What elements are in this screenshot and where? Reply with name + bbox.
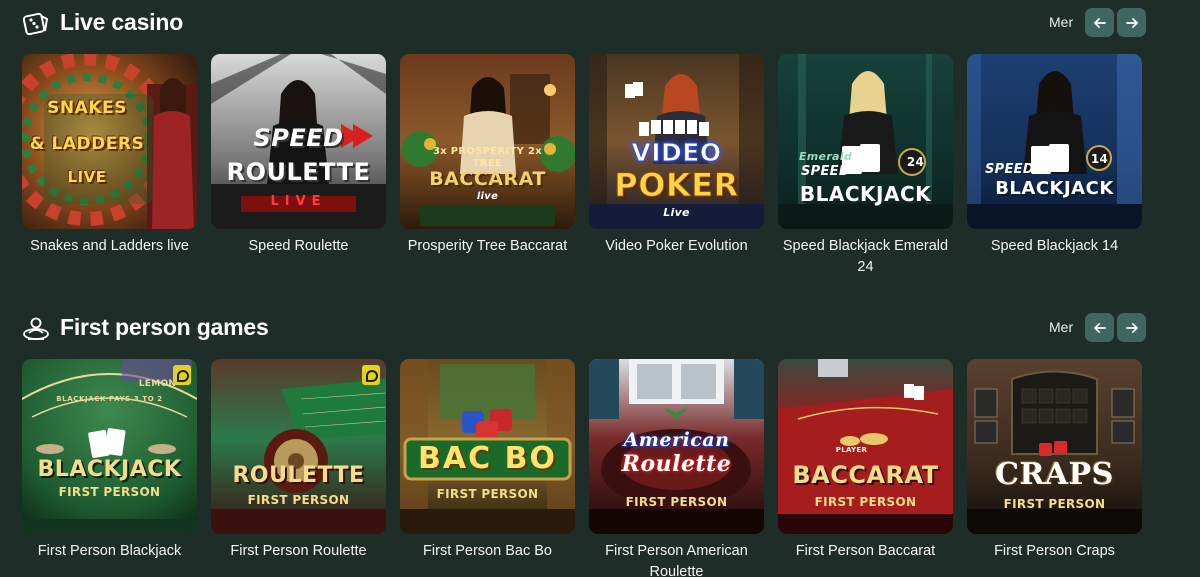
game-card-speed-blackjack-14[interactable]: SPEED BLACKJACK 14 Speed Blackjack 14 [967,54,1142,257]
next-button[interactable] [1117,313,1146,342]
game-card-speed-roulette[interactable]: SPEED ROULETTE LIVE Speed Roulette [211,54,386,257]
section-title: First person games [60,314,269,340]
game-title[interactable]: Snakes and Ladders live [22,236,197,257]
game-title[interactable]: First Person Craps [967,541,1142,562]
game-title[interactable]: First Person Baccarat [778,541,953,562]
dice-icon [22,12,48,36]
badge-icon [362,365,380,385]
game-title[interactable]: Speed Roulette [211,236,386,257]
game-card-first-person-roulette[interactable]: ROULETTE FIRST PERSON First Person Roule… [211,359,386,562]
game-thumbnail[interactable]: BLACKJACK PAYS 3 TO 2 LEMON BLACKJACK FI… [22,359,197,534]
game-carousel: BLACKJACK PAYS 3 TO 2 LEMON BLACKJACK FI… [22,359,1162,577]
game-thumbnail[interactable]: SNAKES & LADDERS LIVE [22,54,197,229]
game-thumbnail[interactable]: Emerald SPEED BLACKJACK 24 [778,54,953,229]
first-person-icon [23,317,49,340]
game-thumbnail[interactable]: CRAPS FIRST PERSON [967,359,1142,534]
game-thumbnail[interactable]: ROULETTE FIRST PERSON [211,359,386,534]
more-link[interactable]: Mer [1049,319,1073,335]
game-card-first-person-baccarat[interactable]: PLAYER BACCARAT FIRST PERSON First Perso… [778,359,953,562]
previous-button[interactable] [1085,313,1114,342]
arrow-left-icon [1093,17,1106,28]
game-thumbnail[interactable]: BAC BO FIRST PERSON [400,359,575,534]
game-card-prosperity-tree-baccarat[interactable]: 3x PROSPERITY 2x TREE BACCARAT live Pros… [400,54,575,257]
game-title[interactable]: First Person American Roulette [589,541,764,577]
game-thumbnail[interactable]: SPEED BLACKJACK 14 [967,54,1142,229]
game-thumbnail[interactable]: 3x PROSPERITY 2x TREE BACCARAT live [400,54,575,229]
section-header: First person games Mer [22,311,1152,345]
game-title[interactable]: Video Poker Evolution [589,236,764,257]
section-title: Live casino [60,9,184,35]
game-title[interactable]: First Person Blackjack [22,541,197,562]
game-carousel: SNAKES & LADDERS LIVE Snakes and Ladders… [22,54,1162,284]
section-header: Live casino Mer [22,6,1152,40]
game-card-speed-blackjack-emerald-24[interactable]: Emerald SPEED BLACKJACK 24 Speed Blackja… [778,54,953,278]
previous-button[interactable] [1085,8,1114,37]
game-card-first-person-american-roulette[interactable]: American Roulette FIRST PERSON First Per… [589,359,764,577]
game-card-first-person-craps[interactable]: CRAPS FIRST PERSON First Person Craps [967,359,1142,562]
game-thumbnail[interactable]: American Roulette FIRST PERSON [589,359,764,534]
arrow-left-icon [1093,322,1106,333]
game-thumbnail[interactable]: PLAYER BACCARAT FIRST PERSON [778,359,953,534]
game-card-first-person-bac-bo[interactable]: BAC BO FIRST PERSON First Person Bac Bo [400,359,575,562]
game-card-video-poker[interactable]: VIDEO POKER Live Video Poker Evolution [589,54,764,257]
game-title[interactable]: First Person Roulette [211,541,386,562]
game-thumbnail[interactable]: SPEED ROULETTE LIVE [211,54,386,229]
game-title[interactable]: Speed Blackjack 14 [967,236,1142,257]
more-link[interactable]: Mer [1049,14,1073,30]
game-card-snakes-and-ladders[interactable]: SNAKES & LADDERS LIVE Snakes and Ladders… [22,54,197,257]
game-title[interactable]: Speed Blackjack Emerald 24 [778,236,953,278]
game-title[interactable]: First Person Bac Bo [400,541,575,562]
next-button[interactable] [1117,8,1146,37]
game-title[interactable]: Prosperity Tree Baccarat [400,236,575,257]
arrow-right-icon [1125,17,1138,28]
game-card-first-person-blackjack[interactable]: BLACKJACK PAYS 3 TO 2 LEMON BLACKJACK FI… [22,359,197,562]
arrow-right-icon [1125,322,1138,333]
badge-icon [173,365,191,385]
game-thumbnail[interactable]: VIDEO POKER Live [589,54,764,229]
